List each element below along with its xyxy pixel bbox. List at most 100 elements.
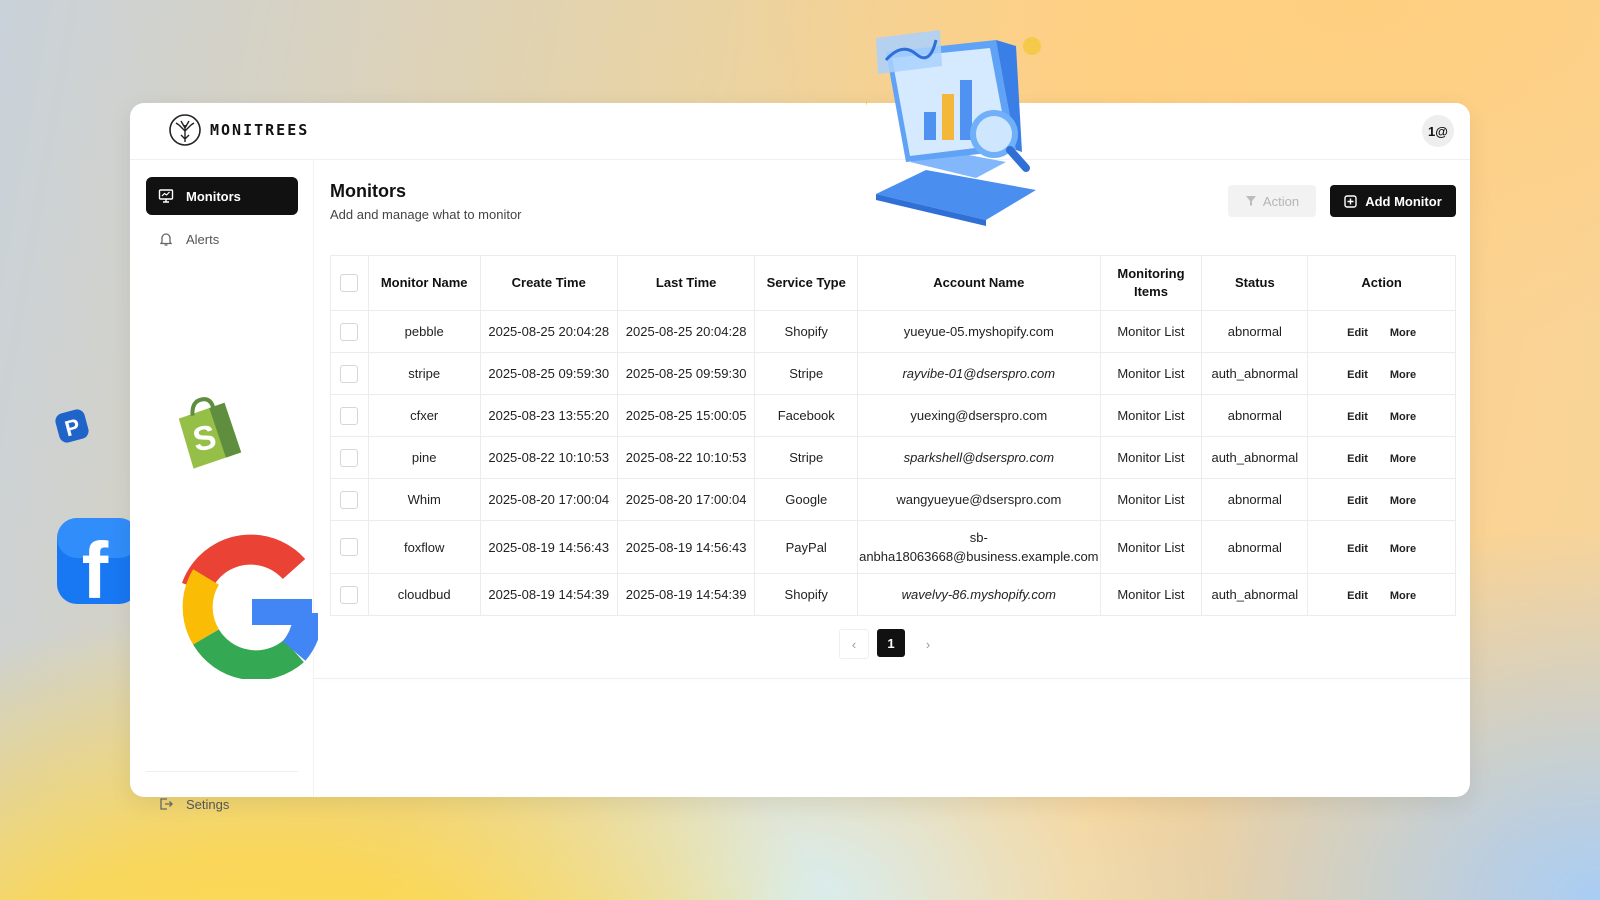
account-name: yuexing@dserspro.com xyxy=(857,394,1101,437)
last-time: 2025-08-25 15:00:05 xyxy=(616,394,756,437)
content-bottom-divider xyxy=(313,678,1470,679)
edit-link[interactable]: Edit xyxy=(1347,543,1368,555)
edit-link[interactable]: Edit xyxy=(1347,369,1368,381)
more-link[interactable]: More xyxy=(1390,543,1416,555)
logout-icon xyxy=(160,798,173,810)
service-type: Stripe xyxy=(754,436,859,479)
edit-link[interactable]: Edit xyxy=(1347,327,1368,339)
status: auth_abnormal xyxy=(1201,573,1309,616)
monitor-name: foxflow xyxy=(367,520,481,574)
monitor-name: cfxer xyxy=(367,394,481,437)
more-link[interactable]: More xyxy=(1390,327,1416,339)
row-select-cell xyxy=(330,520,369,574)
row-checkbox[interactable] xyxy=(340,538,359,556)
monitor-name: stripe xyxy=(367,352,481,395)
edit-link[interactable]: Edit xyxy=(1347,590,1368,602)
account-name: wangyueyue@dserspro.com xyxy=(857,478,1101,521)
monitoring-items: Monitor List xyxy=(1099,520,1203,574)
row-actions: Edit More xyxy=(1307,352,1456,395)
row-actions: Edit More xyxy=(1307,394,1456,437)
column-header[interactable]: Service Type xyxy=(754,255,859,311)
column-header[interactable]: Account Name xyxy=(857,255,1101,311)
create-time: 2025-08-25 20:04:28 xyxy=(479,310,618,353)
select-all-checkbox[interactable] xyxy=(340,274,359,293)
row-checkbox[interactable] xyxy=(340,490,359,509)
more-link[interactable]: More xyxy=(1390,369,1416,381)
row-select-cell xyxy=(330,394,369,437)
row-checkbox[interactable] xyxy=(340,585,359,604)
monitoring-items: Monitor List xyxy=(1099,436,1203,479)
account-name: sparkshell@dserspro.com xyxy=(857,436,1101,479)
create-time: 2025-08-19 14:54:39 xyxy=(479,573,618,616)
prev-page-button[interactable]: ‹ xyxy=(839,629,869,659)
table-row[interactable]: Whim 2025-08-20 17:00:04 2025-08-20 17:0… xyxy=(330,478,1456,521)
column-header[interactable]: Action xyxy=(1307,255,1456,311)
analytics-illustration xyxy=(855,22,1066,232)
more-link[interactable]: More xyxy=(1390,411,1416,423)
table-row[interactable]: stripe 2025-08-25 09:59:30 2025-08-25 09… xyxy=(330,352,1456,395)
more-link[interactable]: More xyxy=(1390,590,1416,602)
create-time: 2025-08-22 10:10:53 xyxy=(479,436,618,479)
edit-link[interactable]: Edit xyxy=(1347,411,1368,423)
sidebar-item-label: Alerts xyxy=(186,231,220,247)
status: abnormal xyxy=(1201,478,1309,521)
row-select-cell xyxy=(330,478,369,521)
sidebar-item-alerts[interactable]: Alerts xyxy=(146,220,298,258)
column-header[interactable]: Create Time xyxy=(479,255,618,311)
column-header[interactable]: Monitor Name xyxy=(367,255,481,311)
column-header[interactable]: Last Time xyxy=(616,255,756,311)
row-select-cell xyxy=(330,573,369,616)
row-checkbox[interactable] xyxy=(340,322,359,341)
table-row[interactable]: pine 2025-08-22 10:10:53 2025-08-22 10:1… xyxy=(330,436,1456,479)
table-row[interactable]: cfxer 2025-08-23 13:55:20 2025-08-25 15:… xyxy=(330,394,1456,437)
status: auth_abnormal xyxy=(1201,352,1309,395)
more-link[interactable]: More xyxy=(1390,453,1416,465)
service-type: Google xyxy=(754,478,859,521)
filter-icon xyxy=(1245,196,1256,206)
monitoring-items: Monitor List xyxy=(1099,478,1203,521)
brand-logo: MONITREES xyxy=(168,113,309,147)
monitor-name: pine xyxy=(367,436,481,479)
edit-link[interactable]: Edit xyxy=(1347,495,1368,507)
app-window: MONITREES 1@ Monitors Alerts S Setings M… xyxy=(130,103,1470,812)
create-time: 2025-08-23 13:55:20 xyxy=(479,394,618,437)
row-actions: Edit More xyxy=(1307,436,1456,479)
edit-link[interactable]: Edit xyxy=(1347,453,1368,465)
row-checkbox[interactable] xyxy=(340,448,359,467)
user-avatar[interactable]: 1@ xyxy=(1422,115,1454,147)
last-time: 2025-08-25 09:59:30 xyxy=(616,352,756,395)
column-header[interactable]: Monitoring Items xyxy=(1099,255,1203,311)
create-time: 2025-08-19 14:56:43 xyxy=(479,520,618,574)
monitoring-items: Monitor List xyxy=(1099,352,1203,395)
row-checkbox[interactable] xyxy=(340,364,359,383)
current-page-button[interactable]: 1 xyxy=(877,629,905,657)
service-type: Shopify xyxy=(754,573,859,616)
monitoring-items: Monitor List xyxy=(1099,310,1203,353)
more-link[interactable]: More xyxy=(1390,495,1416,507)
brand-name: MONITREES xyxy=(210,121,310,139)
sidebar-item-label: Setings xyxy=(186,796,230,812)
column-header[interactable]: Status xyxy=(1201,255,1309,311)
row-actions: Edit More xyxy=(1307,573,1456,616)
service-type: Shopify xyxy=(754,310,859,353)
next-page-button[interactable]: › xyxy=(913,629,943,659)
account-name: rayvibe-01@dserspro.com xyxy=(857,352,1101,395)
monitor-name: cloudbud xyxy=(367,573,481,616)
table-row[interactable]: pebble 2025-08-25 20:04:28 2025-08-25 20… xyxy=(330,310,1456,353)
row-checkbox[interactable] xyxy=(340,406,359,425)
tree-logo-icon xyxy=(169,114,201,146)
monitor-name: pebble xyxy=(367,310,481,353)
sidebar-item-label: Monitors xyxy=(186,188,241,204)
action-button[interactable]: Action xyxy=(1228,185,1316,217)
add-monitor-button[interactable]: Add Monitor xyxy=(1330,185,1456,217)
status: abnormal xyxy=(1201,520,1309,574)
row-select-cell xyxy=(330,352,369,395)
sidebar-item-monitors[interactable]: Monitors xyxy=(146,177,298,215)
table-row[interactable]: cloudbud 2025-08-19 14:54:39 2025-08-19 … xyxy=(330,573,1456,616)
table-row[interactable]: foxflow 2025-08-19 14:56:43 2025-08-19 1… xyxy=(330,520,1456,574)
sidebar-item-settings[interactable]: Setings xyxy=(146,785,298,823)
last-time: 2025-08-25 20:04:28 xyxy=(616,310,756,353)
account-name: sb- anbha18063668@business.example.com xyxy=(857,520,1101,574)
account-name: wavelvy-86.myshopify.com xyxy=(857,573,1101,616)
shopify-logo: S xyxy=(172,393,242,474)
